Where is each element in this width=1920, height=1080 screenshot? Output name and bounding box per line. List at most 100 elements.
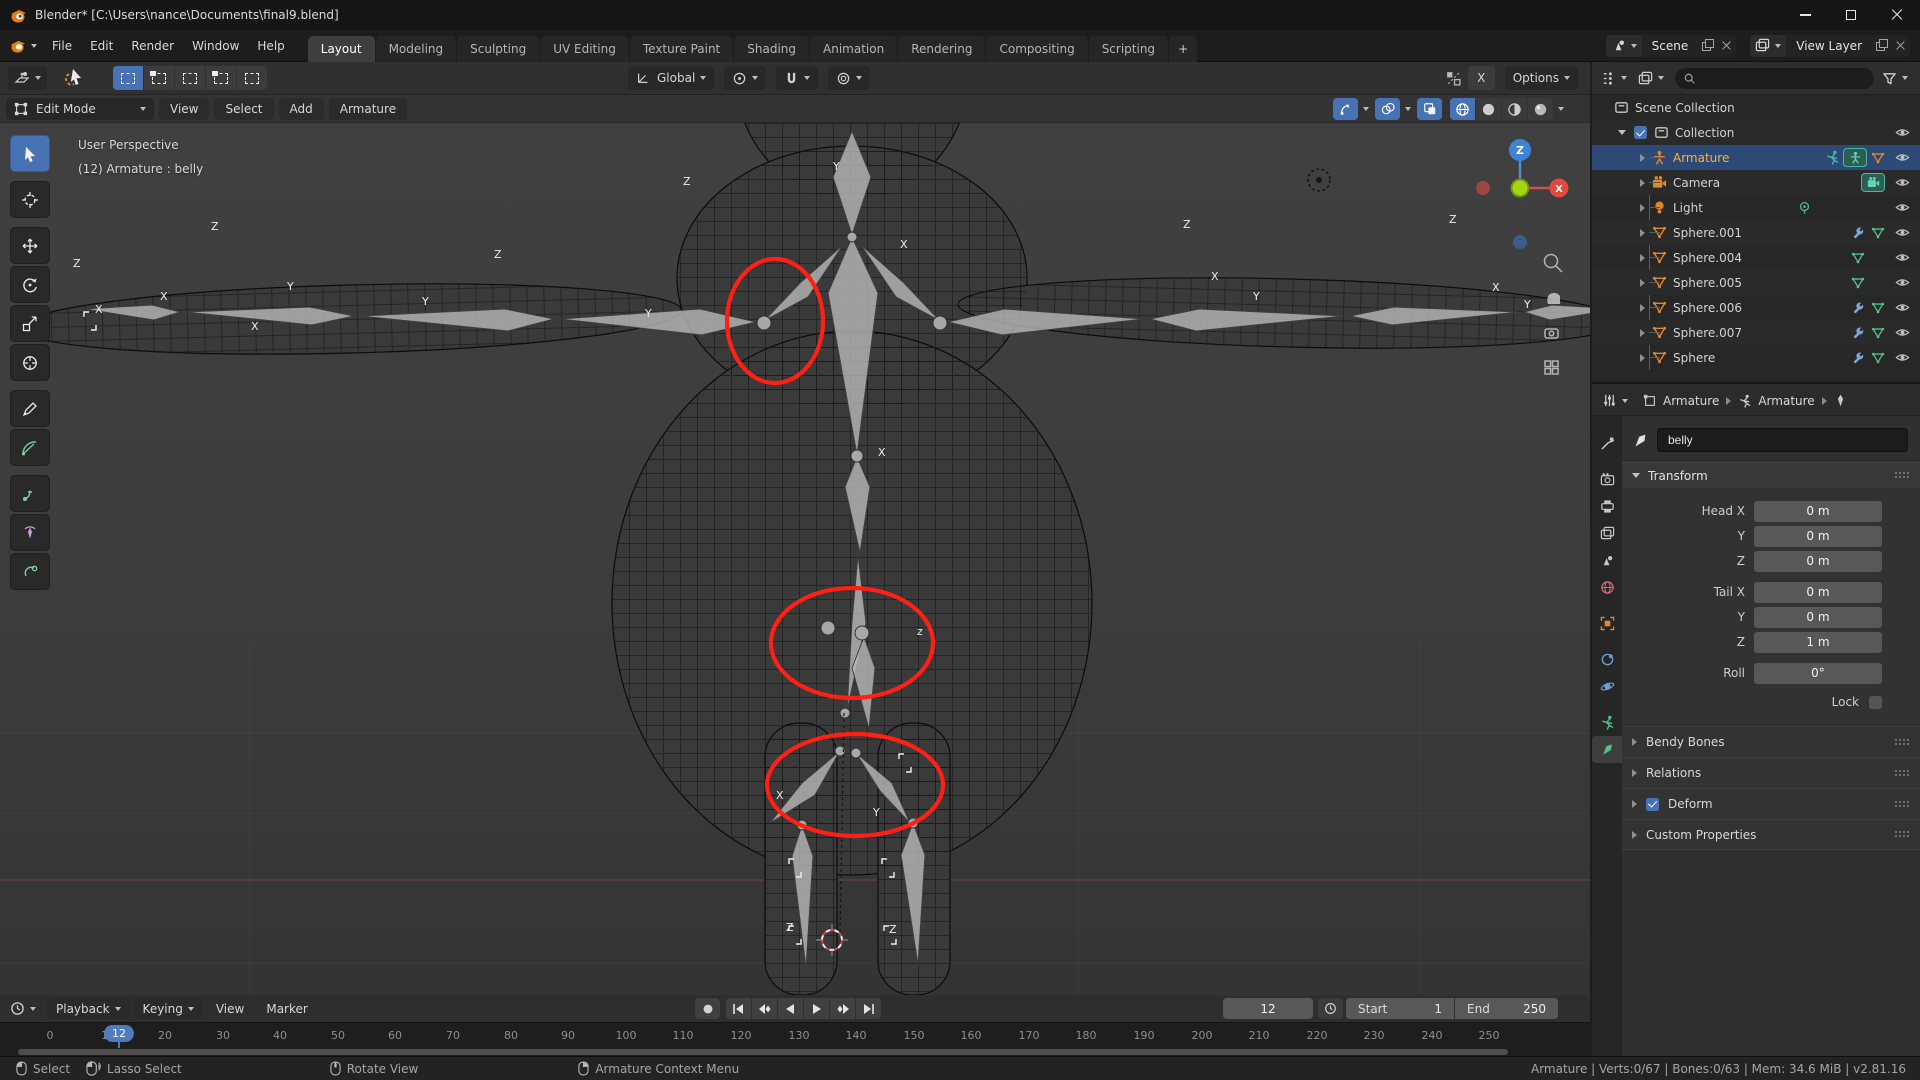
blender-menu-button[interactable] <box>0 38 43 54</box>
select-mode-invert[interactable] <box>206 66 236 90</box>
minimize-button[interactable] <box>1782 0 1828 30</box>
outliner-search[interactable] <box>1675 68 1874 89</box>
tab-compositing[interactable]: Compositing <box>986 36 1087 62</box>
panel-grip-icon[interactable] <box>1894 769 1910 778</box>
deform-panel[interactable]: Deform <box>1622 788 1920 819</box>
menu-help[interactable]: Help <box>248 39 293 53</box>
mesh-data-icon[interactable] <box>1871 326 1885 340</box>
snap-dropdown[interactable] <box>776 66 818 90</box>
gizmo-x-neg[interactable] <box>1476 181 1490 195</box>
navigation-gizmo[interactable]: Z X <box>1476 139 1569 249</box>
collection-checkbox[interactable] <box>1634 126 1647 139</box>
select-mode-subtract[interactable] <box>175 66 205 90</box>
viewport-canvas[interactable]: Z Z X Y X Y Z Y Z Y X X Z X Y Z X Y z X <box>0 123 1590 995</box>
next-keyframe-button[interactable] <box>830 998 855 1019</box>
relations-panel[interactable]: Relations <box>1622 757 1920 788</box>
head-z-field[interactable]: 0 m <box>1754 551 1882 572</box>
hide-eye-icon[interactable] <box>1895 225 1910 240</box>
ortho-toggle-button[interactable] <box>1545 361 1558 374</box>
pose-icon[interactable] <box>1825 150 1840 165</box>
scene-tab[interactable] <box>1592 547 1622 574</box>
remove-scene-icon[interactable] <box>1721 40 1732 51</box>
select-mode-intersect[interactable] <box>237 66 267 90</box>
transform-orientation-dropdown[interactable]: Global <box>628 66 714 90</box>
viewport-menu-add[interactable]: Add <box>279 98 324 120</box>
pan-button[interactable] <box>1547 293 1560 305</box>
hide-eye-icon[interactable] <box>1895 275 1910 290</box>
outliner-filter-mode-dropdown[interactable] <box>1634 67 1668 89</box>
timeline-marker-menu[interactable]: Marker <box>257 998 316 1019</box>
outliner-row-sphere006[interactable]: Sphere.006 <box>1592 295 1920 320</box>
tab-animation[interactable]: Animation <box>810 36 897 62</box>
options-dropdown[interactable]: Options <box>1505 66 1578 90</box>
pivot-point-dropdown[interactable] <box>724 66 766 90</box>
tab-uv-editing[interactable]: UV Editing <box>540 36 629 62</box>
transform-tool[interactable] <box>10 344 50 381</box>
search-input[interactable] <box>1696 71 1796 85</box>
outliner-row-light[interactable]: Light <box>1592 195 1920 220</box>
measure-tool[interactable] <box>10 429 50 466</box>
expand-icon[interactable] <box>1618 130 1626 135</box>
annotate-tool[interactable] <box>10 390 50 427</box>
tab-sculpting[interactable]: Sculpting <box>457 36 539 62</box>
play-button[interactable] <box>804 998 829 1019</box>
panel-grip-icon[interactable] <box>1894 738 1910 747</box>
mesh-data-icon[interactable] <box>1851 276 1865 290</box>
breadcrumb-object[interactable]: Armature <box>1663 394 1719 408</box>
hide-eye-icon[interactable] <box>1895 175 1910 190</box>
tweak-select-tool[interactable] <box>10 135 50 172</box>
menu-file[interactable]: File <box>43 39 81 53</box>
show-overlays-toggle[interactable] <box>1375 98 1400 120</box>
outliner-row-sphere001[interactable]: Sphere.001 <box>1592 220 1920 245</box>
hide-eye-icon[interactable] <box>1895 250 1910 265</box>
outliner-row-scene-collection[interactable]: Scene Collection <box>1592 95 1920 120</box>
menu-render[interactable]: Render <box>122 39 183 53</box>
tail-y-field[interactable]: 0 m <box>1754 607 1882 628</box>
panel-grip-icon[interactable] <box>1894 471 1910 480</box>
deform-checkbox[interactable] <box>1646 798 1659 811</box>
tab-shading[interactable]: Shading <box>734 36 809 62</box>
shading-wireframe-button[interactable] <box>1450 98 1475 120</box>
outliner-row-camera[interactable]: Camera <box>1592 170 1920 195</box>
scale-tool[interactable] <box>10 305 50 342</box>
tab-scripting[interactable]: Scripting <box>1089 36 1168 62</box>
active-tool-button[interactable] <box>55 66 97 90</box>
jump-end-button[interactable] <box>856 998 881 1019</box>
cursor-tool[interactable] <box>10 181 50 218</box>
prev-keyframe-button[interactable] <box>752 998 777 1019</box>
bendy-bones-panel[interactable]: Bendy Bones <box>1622 726 1920 757</box>
play-reverse-button[interactable] <box>778 998 803 1019</box>
constraints-tab[interactable] <box>1592 646 1622 673</box>
editor-type-button[interactable] <box>8 66 47 90</box>
jump-start-button[interactable] <box>726 998 751 1019</box>
hide-eye-icon[interactable] <box>1895 150 1910 165</box>
lock-checkbox[interactable] <box>1869 696 1882 709</box>
head-y-field[interactable]: 0 m <box>1754 526 1882 547</box>
expand-icon[interactable] <box>1640 154 1645 162</box>
transform-panel-header[interactable]: Transform <box>1622 462 1920 488</box>
timeline-scrollbar[interactable] <box>0 1048 1590 1056</box>
tab-rendering[interactable]: Rendering <box>898 36 985 62</box>
tab-layout[interactable]: Layout <box>308 36 375 62</box>
hide-eye-icon[interactable] <box>1895 350 1910 365</box>
expand-icon[interactable] <box>1640 304 1645 312</box>
menu-edit[interactable]: Edit <box>81 39 122 53</box>
panel-grip-icon[interactable] <box>1894 800 1910 809</box>
shading-solid-button[interactable] <box>1476 98 1501 120</box>
viewport-menu-armature[interactable]: Armature <box>329 98 407 120</box>
hide-eye-icon[interactable] <box>1895 300 1910 315</box>
gizmo-z-neg[interactable] <box>1513 235 1527 249</box>
browse-view-layer-button[interactable] <box>1750 35 1786 57</box>
outliner-row-sphere004[interactable]: Sphere.004 <box>1592 245 1920 270</box>
tool-tab[interactable] <box>1592 430 1622 457</box>
camera-data-badge[interactable] <box>1861 173 1885 192</box>
custom-properties-panel[interactable]: Custom Properties <box>1622 819 1920 850</box>
expand-icon[interactable] <box>1640 279 1645 287</box>
add-view-layer-icon[interactable] <box>1876 40 1887 51</box>
bone-name-field[interactable] <box>1657 428 1908 452</box>
extrude-tool[interactable] <box>10 475 50 512</box>
modifier-wrench-icon[interactable] <box>1851 351 1865 365</box>
outliner-row-collection[interactable]: Collection <box>1592 120 1920 145</box>
current-frame-field[interactable]: 12 <box>1223 998 1313 1019</box>
menu-window[interactable]: Window <box>183 39 248 53</box>
